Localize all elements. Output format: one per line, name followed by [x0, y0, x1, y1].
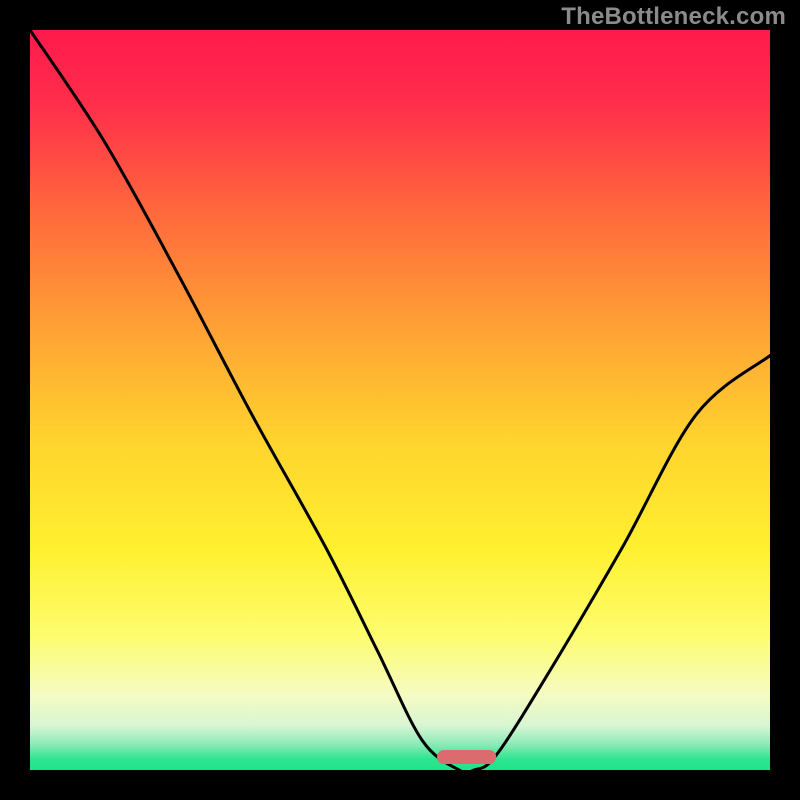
chart-frame: TheBottleneck.com	[0, 0, 800, 800]
bottleneck-chart	[30, 30, 770, 770]
gradient-background	[30, 30, 770, 770]
plot-area	[30, 30, 770, 770]
source-attribution: TheBottleneck.com	[561, 3, 786, 31]
optimum-marker	[437, 750, 496, 764]
